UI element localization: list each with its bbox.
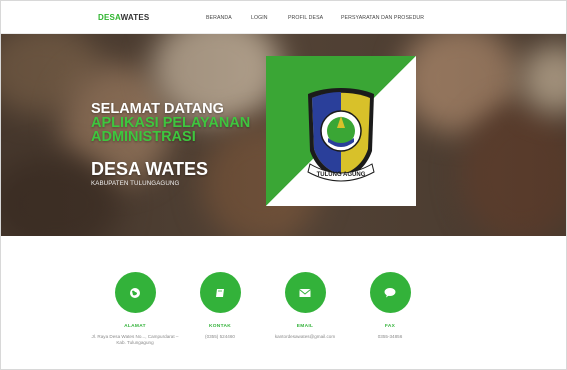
page-frame: DESAWATES BERANDA LOGIN PROFIL DESA PERS… <box>0 0 567 370</box>
emblem-banner-text: TULUNG AGUNG <box>317 172 366 178</box>
brand-part-desa: DESA <box>98 13 121 22</box>
hero-line-app: APLIKASI PELAYANAN <box>91 115 251 131</box>
regency-emblem-card: TULUNG AGUNG <box>266 56 416 206</box>
feature-text: kantordesawates@gmail.com <box>274 334 336 339</box>
feature-title: EMAIL <box>296 324 314 329</box>
nav-link-profil-desa[interactable]: PROFIL DESA <box>288 15 323 21</box>
hero-heading: SELAMAT DATANG APLIKASI PELAYANAN ADMINI… <box>91 101 251 145</box>
chat-bubble-icon <box>369 272 411 313</box>
hero-line-welcome: SELAMAT DATANG <box>91 101 224 117</box>
feature-alamat: ALAMAT Jl. Raya Desa Wates No..., Campur… <box>90 272 180 346</box>
brand-part-wates: WATES <box>120 13 150 22</box>
brand-logo[interactable]: DESAWATES <box>98 13 149 22</box>
hero-banner: SELAMAT DATANG APLIKASI PELAYANAN ADMINI… <box>1 34 566 236</box>
top-navbar: DESAWATES BERANDA LOGIN PROFIL DESA PERS… <box>1 1 566 34</box>
feature-title: FAX <box>384 324 396 329</box>
feature-text: 0355-34856 <box>377 334 403 339</box>
nav-link-beranda[interactable]: BERANDA <box>206 15 232 21</box>
feature-fax: FAX 0355-34856 <box>345 272 435 340</box>
nav-link-persyaratan[interactable]: PERSYARATAN DAN PROSEDUR <box>341 15 424 21</box>
hero-village-title: DESA WATES <box>91 159 209 179</box>
feature-text: Jl. Raya Desa Wates No..., Campurdarat –… <box>91 334 179 346</box>
globe-icon <box>114 272 156 313</box>
hero-subtitle: KABUPATEN TULUNGAGUNG <box>91 180 180 187</box>
feature-title: ALAMAT <box>124 324 146 329</box>
envelope-icon <box>284 272 326 313</box>
hero-line-admin: ADMINISTRASI <box>91 129 196 145</box>
feature-title: KONTAK <box>209 324 231 329</box>
feature-text: (0355) 524460 <box>205 334 235 339</box>
feature-email: EMAIL kantordesawates@gmail.com <box>260 272 350 340</box>
nav-link-login[interactable]: LOGIN <box>251 15 268 21</box>
feature-kontak: KONTAK (0355) 524460 <box>175 272 265 340</box>
book-icon <box>199 272 241 313</box>
regency-emblem: TULUNG AGUNG <box>266 56 416 206</box>
